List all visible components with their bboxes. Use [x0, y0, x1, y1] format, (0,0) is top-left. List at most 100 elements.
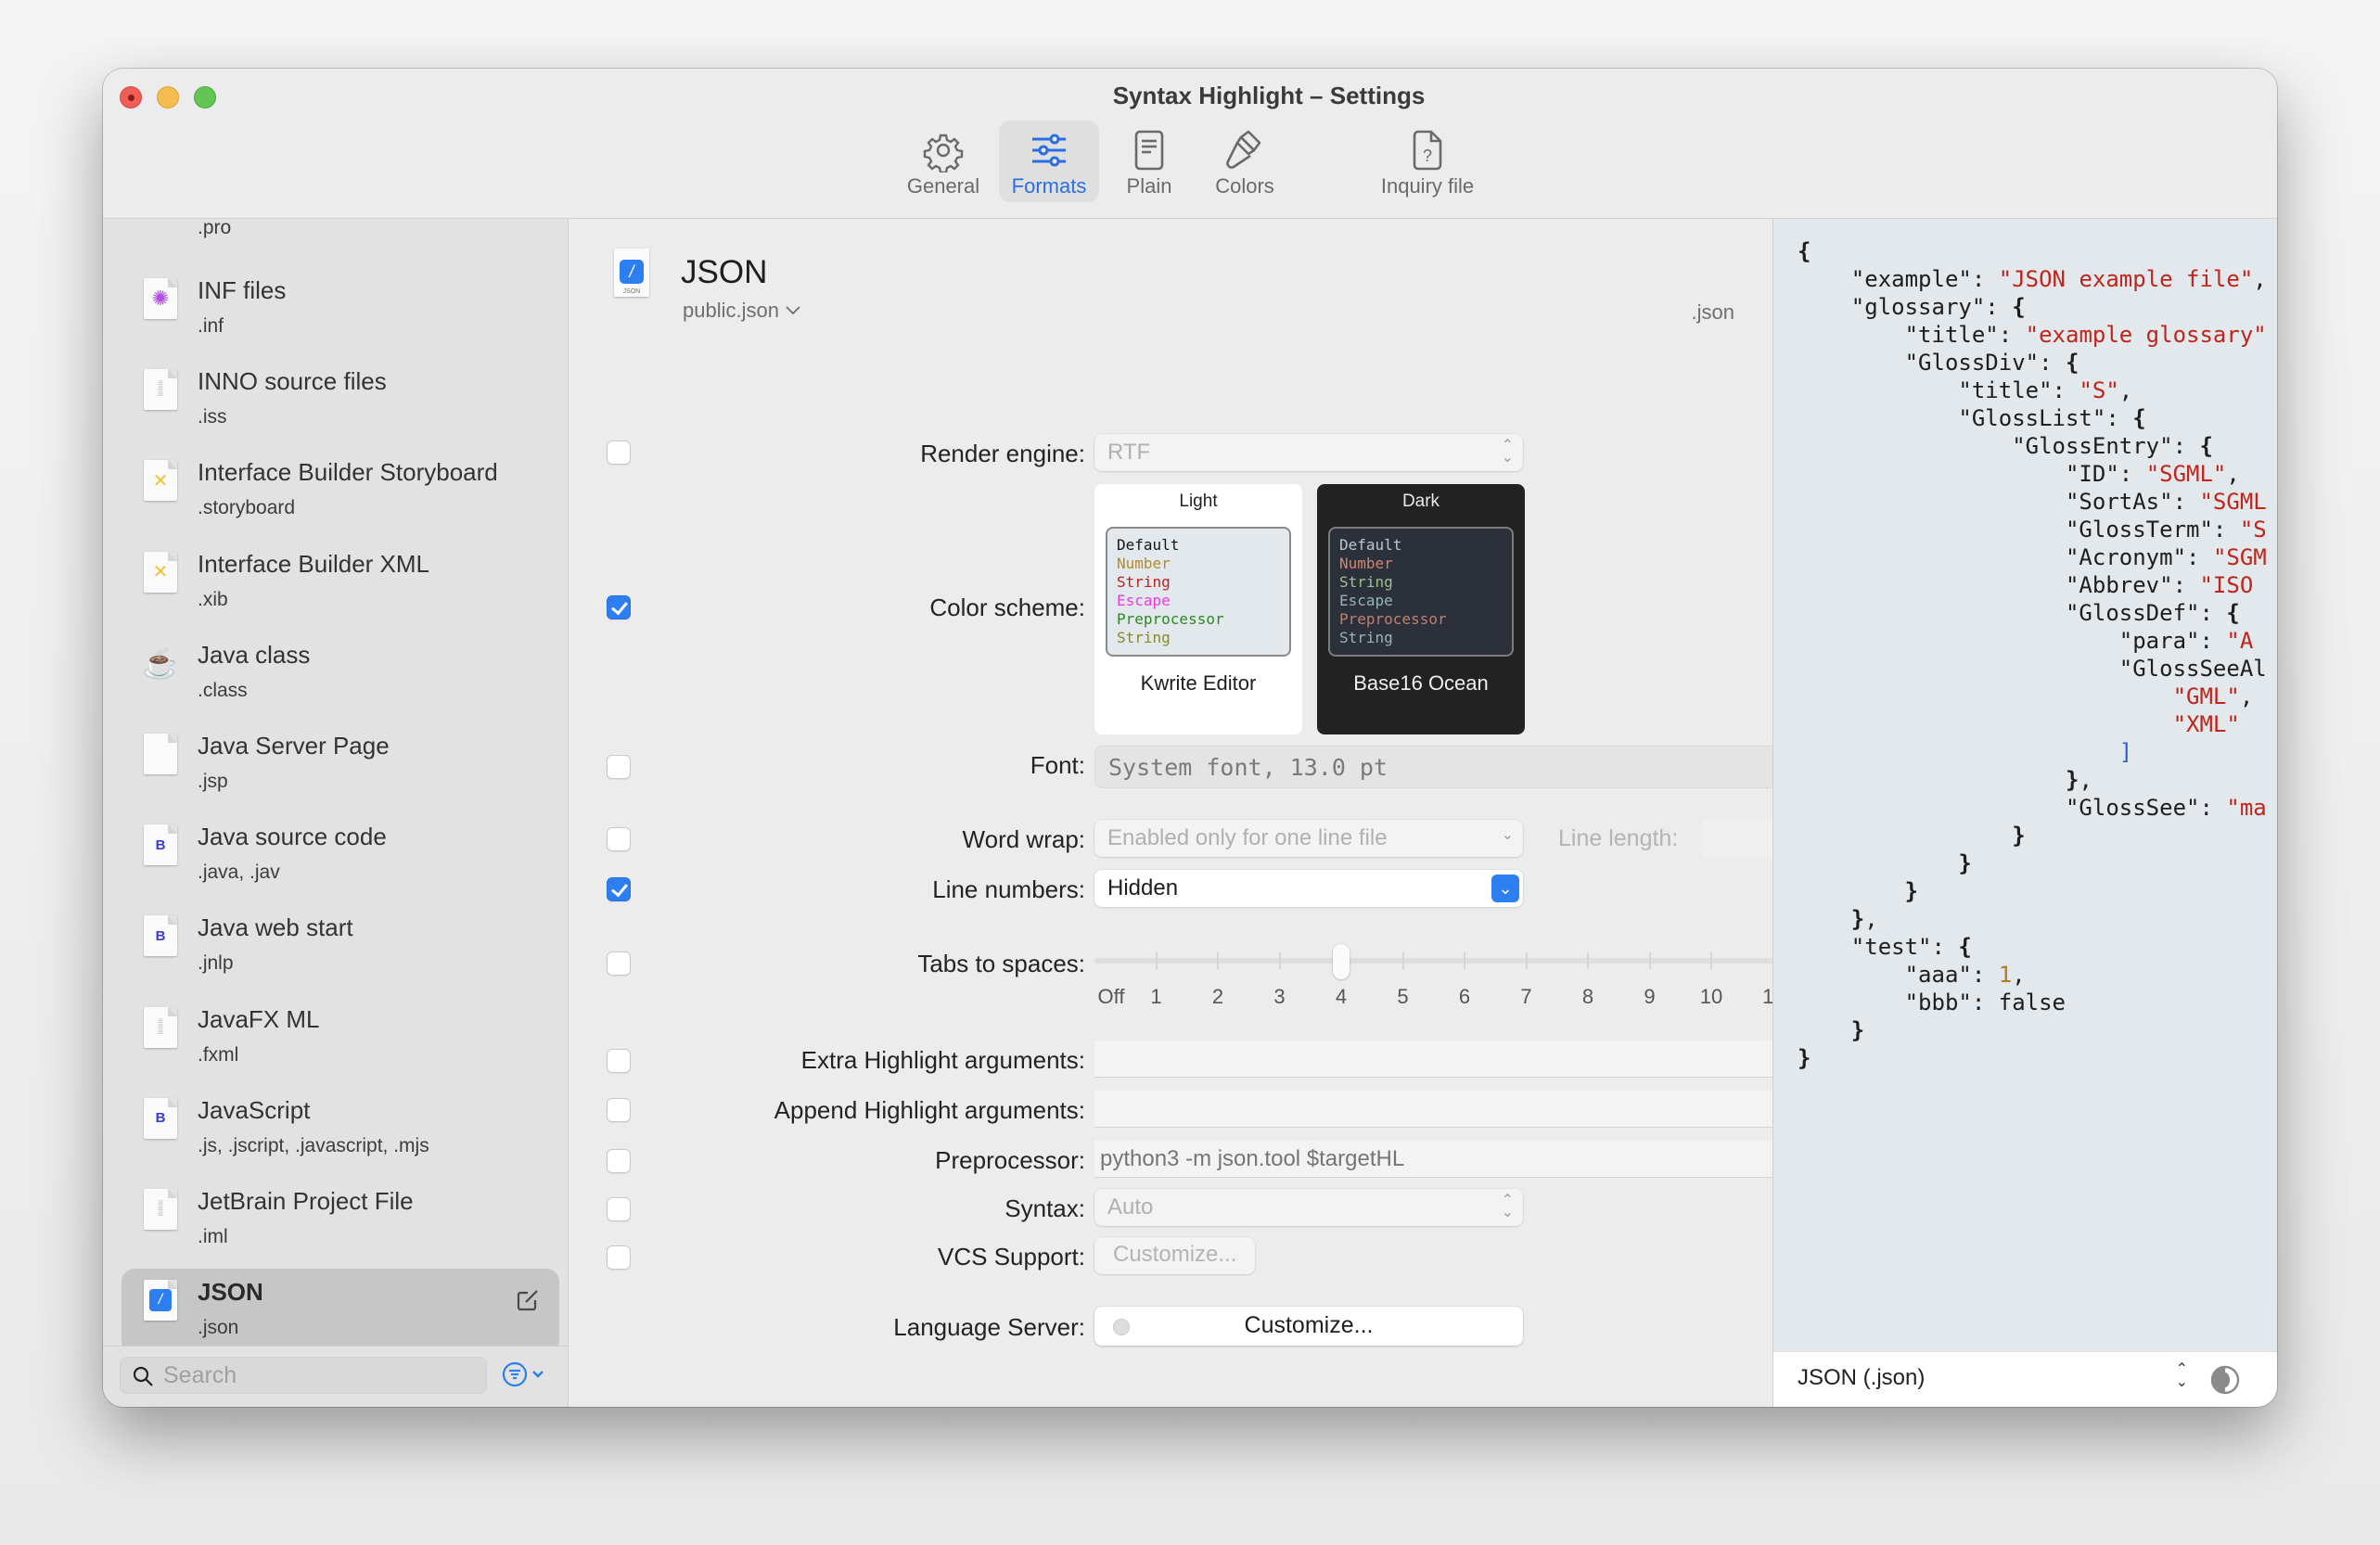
list-item-extensions: .iml: [198, 1226, 228, 1247]
text-file-icon: ≡ ≡ ≡: [144, 1189, 177, 1230]
code-line: }: [1798, 822, 2267, 849]
slider-tick: [1587, 952, 1589, 969]
list-item[interactable]: ✺ INF files .inf: [122, 267, 559, 352]
code-token: "GlossTerm":: [1798, 517, 2240, 543]
tabs-to-spaces-checkbox[interactable]: [607, 951, 631, 976]
list-item[interactable]: / JSON .json: [122, 1269, 559, 1346]
svg-text:?: ?: [1423, 147, 1432, 165]
dark-scheme-preview: Default Number String Escape Preprocessor Str…: [1328, 527, 1514, 657]
format-settings-panel: / JSON JSON public.json .json Render eng…: [569, 219, 1846, 1407]
list-item[interactable]: ✕ Interface Builder XML .xib: [122, 541, 559, 626]
line-numbers-label: Line numbers:: [932, 875, 1085, 903]
line-numbers-checkbox[interactable]: [607, 877, 631, 901]
list-item[interactable]: ≡ ≡ ≡ JavaFX ML .fxml: [122, 996, 559, 1081]
vcs-label: VCS Support:: [938, 1243, 1085, 1270]
bbedit-text-file-icon: B: [144, 1097, 177, 1139]
slider-knob[interactable]: [1333, 944, 1350, 979]
tabs-to-spaces-slider[interactable]: [1094, 958, 1836, 964]
search-field[interactable]: [120, 1357, 487, 1394]
render-engine-select[interactable]: RTF ⌃ ⌄: [1094, 434, 1523, 471]
list-item[interactable]: Java Server Page .jsp: [122, 722, 559, 808]
code-token: "GlossDef":: [1798, 600, 2227, 626]
preview-syntax-select[interactable]: JSON (.json): [1798, 1365, 1925, 1391]
bbedit-text-file-icon: B: [144, 824, 177, 866]
word-wrap-checkbox[interactable]: [607, 827, 631, 851]
tab-general[interactable]: General: [897, 121, 990, 202]
window-title: Syntax Highlight – Settings: [1112, 82, 1426, 109]
list-item[interactable]: ≡ ≡ ≡ INNO source files .iss: [122, 358, 559, 443]
list-item[interactable]: B Java web start .jnlp: [122, 904, 559, 990]
list-item-name: Interface Builder XML: [198, 549, 430, 578]
syntax-checkbox[interactable]: [607, 1197, 631, 1221]
list-item[interactable]: ✕ Interface Builder Storyboard .storyboard: [122, 449, 559, 534]
code-line: "para": "A: [1798, 627, 2267, 655]
list-item[interactable]: ☕ Java class .class: [122, 632, 559, 717]
list-item-extensions: .jnlp: [198, 952, 234, 975]
code-line: "title": "example glossary": [1798, 321, 2267, 349]
append-args-checkbox[interactable]: [607, 1098, 631, 1122]
scheme-token: Escape: [1117, 592, 1171, 609]
code-token: "aaa":: [1798, 962, 1999, 988]
code-token: {: [2132, 405, 2146, 431]
filter-menu-button[interactable]: [502, 1360, 554, 1389]
list-item[interactable]: ≡ ≡ ≡ JetBrain Project File .iml: [122, 1178, 559, 1263]
render-engine-label: Render engine:: [920, 440, 1085, 467]
search-input[interactable]: [163, 1360, 469, 1391]
slider-tick: [1217, 952, 1219, 969]
code-token: "XML": [1798, 711, 2240, 737]
extra-args-input[interactable]: [1094, 1041, 1836, 1078]
list-item-partial-ext: .pro: [198, 219, 232, 238]
tab-plain[interactable]: Plain: [1108, 121, 1190, 202]
scheme-token: Default: [1117, 536, 1180, 554]
preprocessor-label: Preprocessor:: [935, 1146, 1085, 1174]
appearance-toggle-icon[interactable]: [2210, 1365, 2240, 1395]
code-token: "S: [2239, 517, 2267, 543]
code-token: "example glossary": [2025, 322, 2267, 348]
code-token: {: [2065, 350, 2079, 376]
language-server-customize-button[interactable]: Customize...: [1094, 1307, 1523, 1346]
preprocessor-checkbox[interactable]: [607, 1149, 631, 1173]
dark-scheme-name: Base16 Ocean: [1353, 671, 1489, 695]
format-list[interactable]: .pro ✺ INF files .inf ≡ ≡ ≡ INNO source files.…: [103, 219, 568, 1346]
code-token: 1: [1998, 962, 2013, 988]
slider-tick-label: 10: [1699, 985, 1723, 1008]
vcs-customize-button[interactable]: Customize...: [1094, 1237, 1256, 1274]
updown-arrows-icon: ⌃ ⌄: [1501, 438, 1514, 466]
code-token: "ID":: [1798, 461, 2146, 487]
code-token: "ISO: [2199, 572, 2254, 598]
font-checkbox[interactable]: [607, 755, 631, 779]
append-args-input[interactable]: [1094, 1091, 1836, 1128]
slider-tick: [1648, 952, 1651, 969]
scheme-token: String: [1117, 629, 1171, 646]
updown-arrows-icon[interactable]: ⌃ ⌄: [2176, 1362, 2188, 1390]
line-numbers-select[interactable]: Hidden ⌄: [1094, 870, 1523, 907]
color-scheme-checkbox[interactable]: [607, 595, 631, 619]
code-line: }: [1798, 849, 2267, 877]
filter-icon: [502, 1361, 528, 1387]
tab-formats[interactable]: Formats: [999, 121, 1099, 202]
uti-label: public.json: [683, 299, 779, 322]
tab-inquiry-file[interactable]: ? Inquiry file: [1363, 121, 1492, 202]
edit-icon[interactable]: [515, 1287, 541, 1313]
tab-plain-label: Plain: [1126, 174, 1172, 198]
vcs-checkbox[interactable]: [607, 1245, 631, 1270]
code-line: "test": {: [1798, 933, 2267, 961]
list-item[interactable]: B Java source code .java, .jav: [122, 813, 559, 899]
tab-colors[interactable]: Colors: [1201, 121, 1288, 202]
code-token: }: [1798, 1045, 1811, 1071]
font-field[interactable]: System font, 13.0 pt T: [1094, 746, 1836, 788]
dark-scheme-card[interactable]: Dark Default Number String Escape Preprocess…: [1317, 484, 1525, 734]
uti-selector[interactable]: public.json: [683, 299, 801, 323]
render-engine-checkbox[interactable]: [607, 441, 631, 465]
word-wrap-select[interactable]: Enabled only for one line file ⌄: [1094, 820, 1523, 857]
syntax-select[interactable]: Auto ⌃ ⌄: [1094, 1189, 1523, 1226]
line-length-label: Line length:: [1558, 825, 1679, 851]
format-sidebar: .pro ✺ INF files .inf ≡ ≡ ≡ INNO source files.…: [103, 219, 569, 1407]
list-item[interactable]: B JavaScript .js, .jscript, .javascript, .…: [122, 1087, 559, 1172]
extra-args-checkbox[interactable]: [607, 1049, 631, 1073]
sidebar-footer: [103, 1346, 568, 1407]
light-scheme-card[interactable]: Light Default Number String Escape Preproces…: [1094, 484, 1302, 734]
preprocessor-input[interactable]: [1094, 1141, 1836, 1178]
blank-file-icon: [144, 734, 177, 774]
text-file-icon: ≡ ≡ ≡: [144, 1006, 177, 1048]
